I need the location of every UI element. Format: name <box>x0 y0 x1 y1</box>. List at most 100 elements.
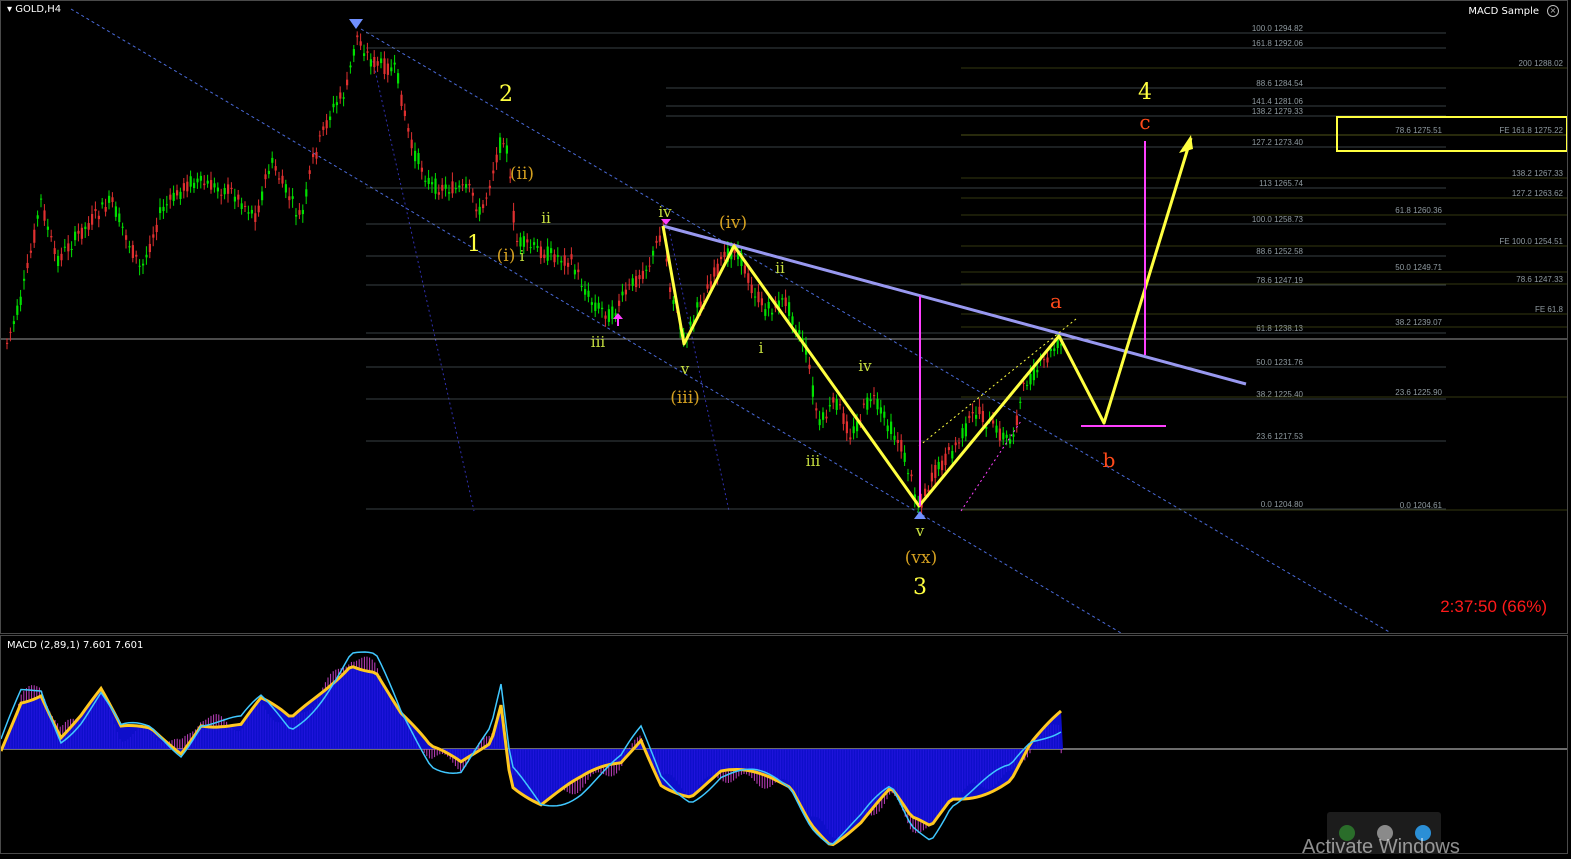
wave-label-(i): (i) <box>497 246 516 266</box>
candle-body <box>512 210 515 223</box>
candle-body <box>461 184 464 186</box>
candle-body <box>12 321 15 325</box>
candle-body <box>169 194 172 200</box>
candle-body <box>325 120 328 129</box>
candle-body <box>308 170 311 174</box>
candle-body <box>1053 348 1056 351</box>
candle-body <box>601 307 604 310</box>
candle-body <box>131 245 134 258</box>
candle-body <box>40 198 43 200</box>
candle-body <box>454 188 457 190</box>
candle-body <box>138 265 141 267</box>
candle-body <box>485 197 488 199</box>
candle-body <box>699 301 702 308</box>
candle-body <box>1029 373 1032 385</box>
candle-body <box>488 185 491 189</box>
fib-ext-label: 61.8 1260.36 <box>1395 206 1442 215</box>
candle-body <box>53 248 56 254</box>
price-chart-panel[interactable]: 100.0 1294.82 161.8 1292.06 88.6 1284.54 14… <box>0 0 1568 634</box>
candle-body <box>70 248 73 251</box>
candle-body <box>743 265 746 274</box>
wave-label-(ii): (ii) <box>510 164 534 184</box>
candle-body <box>1005 434 1008 438</box>
wave-label-iii-b: iii <box>806 452 821 470</box>
candle-body <box>560 260 563 263</box>
candle-body <box>526 239 529 243</box>
candle-body <box>23 278 26 281</box>
candle-body <box>832 397 835 403</box>
candle-body <box>36 215 39 219</box>
candle-body <box>539 246 542 259</box>
candle-body <box>339 92 342 99</box>
candle-body <box>254 213 257 222</box>
candle-body <box>46 226 49 230</box>
fib-ext-label: 127.2 1263.62 <box>1512 189 1564 198</box>
fib-level-label: 100.0 1294.82 <box>1252 24 1304 33</box>
candle-body <box>84 226 87 230</box>
candle-body <box>468 183 471 186</box>
candle-body <box>179 191 182 199</box>
fib-ext-label: 0.0 1204.61 <box>1400 501 1443 510</box>
close-indicator-icon[interactable]: × <box>1547 5 1559 17</box>
candle-body <box>903 452 906 462</box>
candle-body <box>274 166 277 171</box>
fib-ext-label: FE 161.8 1275.22 <box>1499 126 1563 135</box>
candle-body <box>648 265 651 267</box>
time-line-1 <box>372 60 475 512</box>
fib-level-label: 88.6 1284.54 <box>1256 79 1303 88</box>
candle-body <box>305 189 308 197</box>
candle-body <box>937 461 940 470</box>
candle-body <box>856 421 859 432</box>
candle-body <box>652 250 655 256</box>
candle-body <box>128 246 131 248</box>
candle-body <box>312 153 315 158</box>
fib-level-label: 38.2 1225.40 <box>1256 390 1303 399</box>
candle-body <box>781 298 784 300</box>
candle-body <box>529 247 532 249</box>
fib-ext-label: 38.2 1239.07 <box>1395 318 1442 327</box>
candle-body <box>862 403 865 405</box>
wave-label-v-b: v <box>915 522 925 540</box>
candle-body <box>356 35 359 38</box>
candle-body <box>533 242 536 245</box>
candle-body <box>111 197 114 202</box>
candle-body <box>43 210 46 221</box>
candle-body <box>849 437 852 440</box>
candle-body <box>346 79 349 86</box>
candle-body <box>1046 357 1049 363</box>
candle-body <box>380 58 383 64</box>
candle-body <box>563 255 566 266</box>
candle-body <box>87 223 90 230</box>
candle-body <box>580 285 583 287</box>
candle-body <box>257 205 260 213</box>
candle-body <box>298 210 301 215</box>
candle-body <box>172 192 175 201</box>
candle-body <box>879 407 882 414</box>
wave-label-i-b: i <box>759 339 764 357</box>
candle-body <box>757 291 760 303</box>
fib-ext-label: 138.2 1267.33 <box>1512 169 1564 178</box>
indicator-title: MACD Sample <box>1468 6 1539 17</box>
candle-body <box>978 406 981 415</box>
candle-body <box>414 150 417 162</box>
candle-body <box>359 41 362 46</box>
candle-body <box>142 263 145 266</box>
candle-body <box>934 465 937 478</box>
fib-level-label: 141.4 1281.06 <box>1252 97 1304 106</box>
candle-body <box>492 170 495 174</box>
candle-body <box>91 214 94 225</box>
candle-body <box>182 183 185 191</box>
candle-body <box>301 209 304 215</box>
fib-ext-label: FE 100.0 1254.51 <box>1499 237 1563 246</box>
candle-body <box>424 180 427 182</box>
candle-body <box>135 254 138 257</box>
candle-body <box>267 170 270 175</box>
candle-body <box>189 176 192 187</box>
wave-label-b: b <box>1103 448 1116 472</box>
candle-body <box>672 300 675 304</box>
candle-body <box>519 237 522 247</box>
wave-label-(vx): (vx) <box>905 548 937 568</box>
candle-body <box>441 184 444 191</box>
candle-body <box>101 202 104 205</box>
candle-body <box>152 234 155 238</box>
